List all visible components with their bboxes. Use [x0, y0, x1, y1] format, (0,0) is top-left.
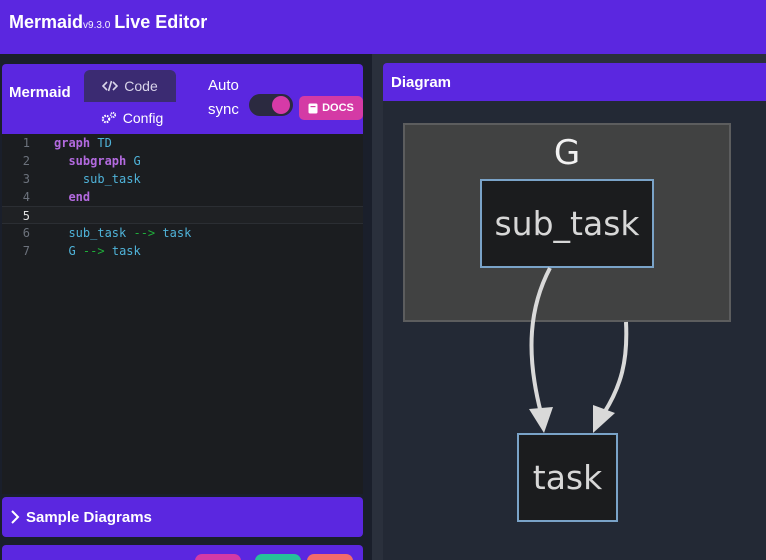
line-number: 7: [22, 244, 30, 258]
code-line[interactable]: 6 sub_task --> task: [2, 224, 363, 242]
code-token: G: [68, 244, 76, 258]
code-token: TD: [97, 136, 112, 150]
sample-diagrams-label: Sample Diagrams: [26, 508, 152, 526]
code-line[interactable]: 7 G --> task: [2, 242, 363, 260]
edge-sub-task-to-task: [529, 267, 552, 414]
line-number: 5: [22, 209, 30, 223]
code-token: sub_task: [68, 226, 127, 240]
tab-config[interactable]: Config: [84, 104, 180, 134]
code-line[interactable]: 2 subgraph G: [2, 152, 363, 170]
autosync-toggle[interactable]: [247, 92, 295, 118]
toggle-knob: [272, 96, 290, 114]
autosync-label: Auto sync: [208, 74, 239, 122]
diagram-edges: [529, 267, 629, 433]
diagram-title: Diagram: [391, 74, 452, 91]
code-token: task: [111, 244, 141, 258]
diagram-canvas[interactable]: G sub_task task: [383, 101, 766, 560]
sample-diagrams-header[interactable]: Sample Diagrams: [2, 497, 363, 537]
code-token: end: [68, 190, 91, 204]
line-number: 1: [22, 136, 30, 150]
docs-label: DOCS: [322, 102, 354, 114]
actions-header: [2, 545, 363, 560]
app-version: v9.3.0: [83, 20, 111, 31]
editor-title: Mermaid: [9, 84, 71, 101]
edge-g-to-task: [602, 321, 629, 415]
gears-icon: [101, 111, 116, 124]
code-token: -->: [133, 226, 156, 240]
line-number: 6: [22, 226, 30, 240]
action-pill-pink[interactable]: [195, 554, 241, 560]
app-name: Mermaid: [9, 12, 84, 32]
app-subtitle: Live Editor: [114, 12, 208, 32]
code-icon: [102, 80, 119, 92]
code-token: graph: [54, 136, 91, 150]
code-token: task: [162, 226, 192, 240]
edge-arrowhead-2: [593, 405, 615, 433]
top-bar: Mermaidv9.3.0 Live Editor: [0, 0, 766, 54]
code-line[interactable]: 3 sub_task: [2, 170, 363, 188]
action-pill-red[interactable]: [307, 554, 353, 560]
autosync-label-line1: Auto: [208, 77, 239, 94]
code-text: end: [54, 188, 90, 206]
line-number: 3: [22, 172, 30, 186]
tab-code[interactable]: Code: [84, 70, 176, 102]
editor-panel: Mermaid Code Config Auto sync DOCS 1 grap…: [0, 54, 372, 560]
book-icon: [308, 103, 318, 113]
line-number: 2: [22, 154, 30, 168]
code-line[interactable]: 1 graph TD: [2, 134, 363, 152]
code-text: G --> task: [54, 242, 141, 260]
diagram-panel: Diagram G sub_task task: [372, 54, 766, 560]
code-text: subgraph G: [54, 152, 141, 170]
code-editor[interactable]: 1 graph TD 2 subgraph G3 sub_task 4 end 5 6 s…: [2, 134, 363, 494]
autosync-label-line2: sync: [208, 101, 239, 118]
docs-button[interactable]: DOCS: [299, 96, 363, 120]
tab-code-label: Code: [124, 78, 158, 94]
app-brand[interactable]: Mermaidv9.3.0 Live Editor: [9, 12, 207, 33]
code-line[interactable]: 4 end: [2, 188, 363, 206]
line-number: 4: [22, 190, 30, 204]
code-text: graph TD: [54, 134, 112, 152]
tab-config-label: Config: [122, 110, 164, 126]
code-token: sub_task: [82, 172, 141, 186]
code-token: subgraph: [68, 154, 127, 168]
code-token: -->: [82, 244, 105, 258]
code-line[interactable]: 5: [2, 206, 363, 224]
action-pill-green[interactable]: [255, 554, 301, 560]
code-text: sub_task --> task: [54, 224, 191, 242]
diagram-header: Diagram: [383, 63, 766, 101]
code-text: sub_task: [54, 170, 141, 188]
chevron-right-icon: [11, 510, 20, 524]
edge-arrowhead-1: [529, 407, 553, 433]
code-token: G: [133, 154, 141, 168]
